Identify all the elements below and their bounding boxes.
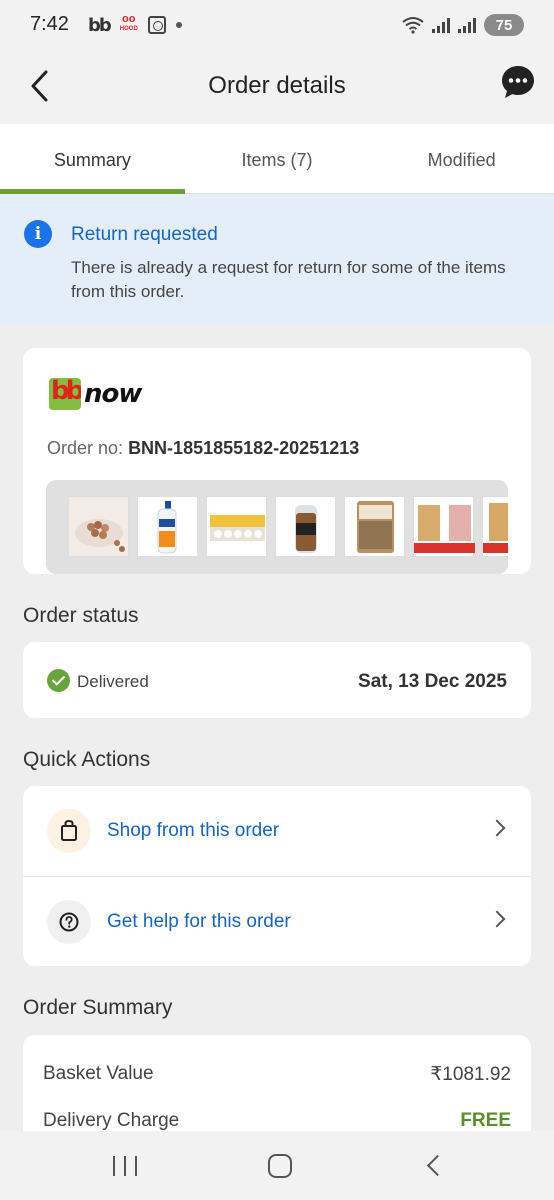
delivery-date: Sat, 13 Dec 2025 (358, 671, 507, 692)
system-nav-bar (0, 1131, 554, 1200)
shop-from-order-action[interactable]: Shop from this order (23, 786, 531, 876)
product-thumb-flour[interactable] (482, 496, 508, 557)
delivery-charge-amount: FREE (460, 1110, 511, 1131)
chat-bubble-icon (502, 66, 534, 98)
shopping-bag-icon (47, 809, 91, 853)
app-header: Order details (0, 52, 554, 124)
order-tabs: Summary Items (7) Modified (0, 124, 554, 194)
delivery-status: Delivered (77, 672, 149, 691)
order-number-label: Order no: (47, 438, 124, 458)
basket-value-amount: ₹1081.92 (430, 1064, 511, 1085)
info-icon: i (24, 220, 52, 248)
scan-icon (147, 16, 166, 34)
product-thumb-bread[interactable] (275, 496, 336, 557)
chevron-right-icon (488, 910, 506, 928)
order-number-value: BNN-1851855182-20251213 (128, 438, 360, 458)
signal-icon (432, 17, 450, 33)
status-time: 7:42 (30, 13, 69, 35)
bbnow-logo: bb now (49, 378, 142, 410)
basket-value-row: Basket Value ₹1081.92 (43, 1063, 511, 1086)
order-card: bb now Order no: BNN-1851855182-20251213 (23, 348, 531, 574)
help-icon (47, 900, 91, 944)
order-status-heading: Order status (23, 604, 139, 627)
product-thumbnails[interactable] (46, 480, 508, 574)
status-system-icons: 75 (402, 14, 524, 36)
battery-indicator: 75 (484, 14, 524, 36)
order-summary-heading: Order Summary (23, 996, 173, 1019)
system-back-button[interactable] (426, 1154, 449, 1177)
bb-icon: bb (88, 14, 112, 36)
recent-apps-button[interactable] (113, 1156, 137, 1176)
delivery-charge-label: Delivery Charge (43, 1110, 180, 1131)
chevron-right-icon (488, 819, 506, 837)
shop-from-order-label: Shop from this order (107, 820, 280, 841)
quick-actions-heading: Quick Actions (23, 748, 151, 771)
status-app-icons: bb oo HOOD (88, 14, 182, 36)
delivery-charge-row: Delivery Charge FREE (43, 1110, 511, 1132)
get-help-action[interactable]: Get help for this order (23, 876, 531, 966)
product-thumb-grains[interactable] (344, 496, 405, 557)
product-thumb-chana[interactable] (68, 496, 129, 557)
product-thumb-flour-duo[interactable] (413, 496, 475, 557)
page-title: Order details (208, 72, 346, 99)
tab-items[interactable]: Items (7) (185, 124, 370, 193)
status-bar: 7:42 bb oo HOOD 75 (0, 0, 554, 52)
quick-actions-card: Shop from this order Get help for this o… (23, 786, 531, 966)
product-thumb-shampoo[interactable] (137, 496, 198, 557)
notification-dot-icon (175, 22, 182, 28)
home-button[interactable] (268, 1154, 292, 1178)
check-circle-icon (47, 669, 70, 692)
get-help-label: Get help for this order (107, 911, 291, 932)
wifi-icon (402, 17, 424, 34)
order-status-card: Delivered Sat, 13 Dec 2025 (23, 642, 531, 718)
tab-summary[interactable]: Summary (0, 124, 185, 194)
return-notice: i Return requested There is already a re… (0, 194, 554, 324)
chat-button[interactable] (500, 64, 536, 100)
hood-icon: oo HOOD (119, 13, 138, 33)
notice-text: There is already a request for return fo… (71, 258, 506, 301)
tab-modified[interactable]: Modified (369, 124, 554, 193)
order-number: Order no: BNN-1851855182-20251213 (47, 438, 359, 459)
signal-icon-2 (458, 17, 476, 33)
basket-value-label: Basket Value (43, 1063, 154, 1084)
product-thumb-eggs[interactable] (206, 496, 267, 557)
notice-title: Return requested (71, 224, 218, 245)
